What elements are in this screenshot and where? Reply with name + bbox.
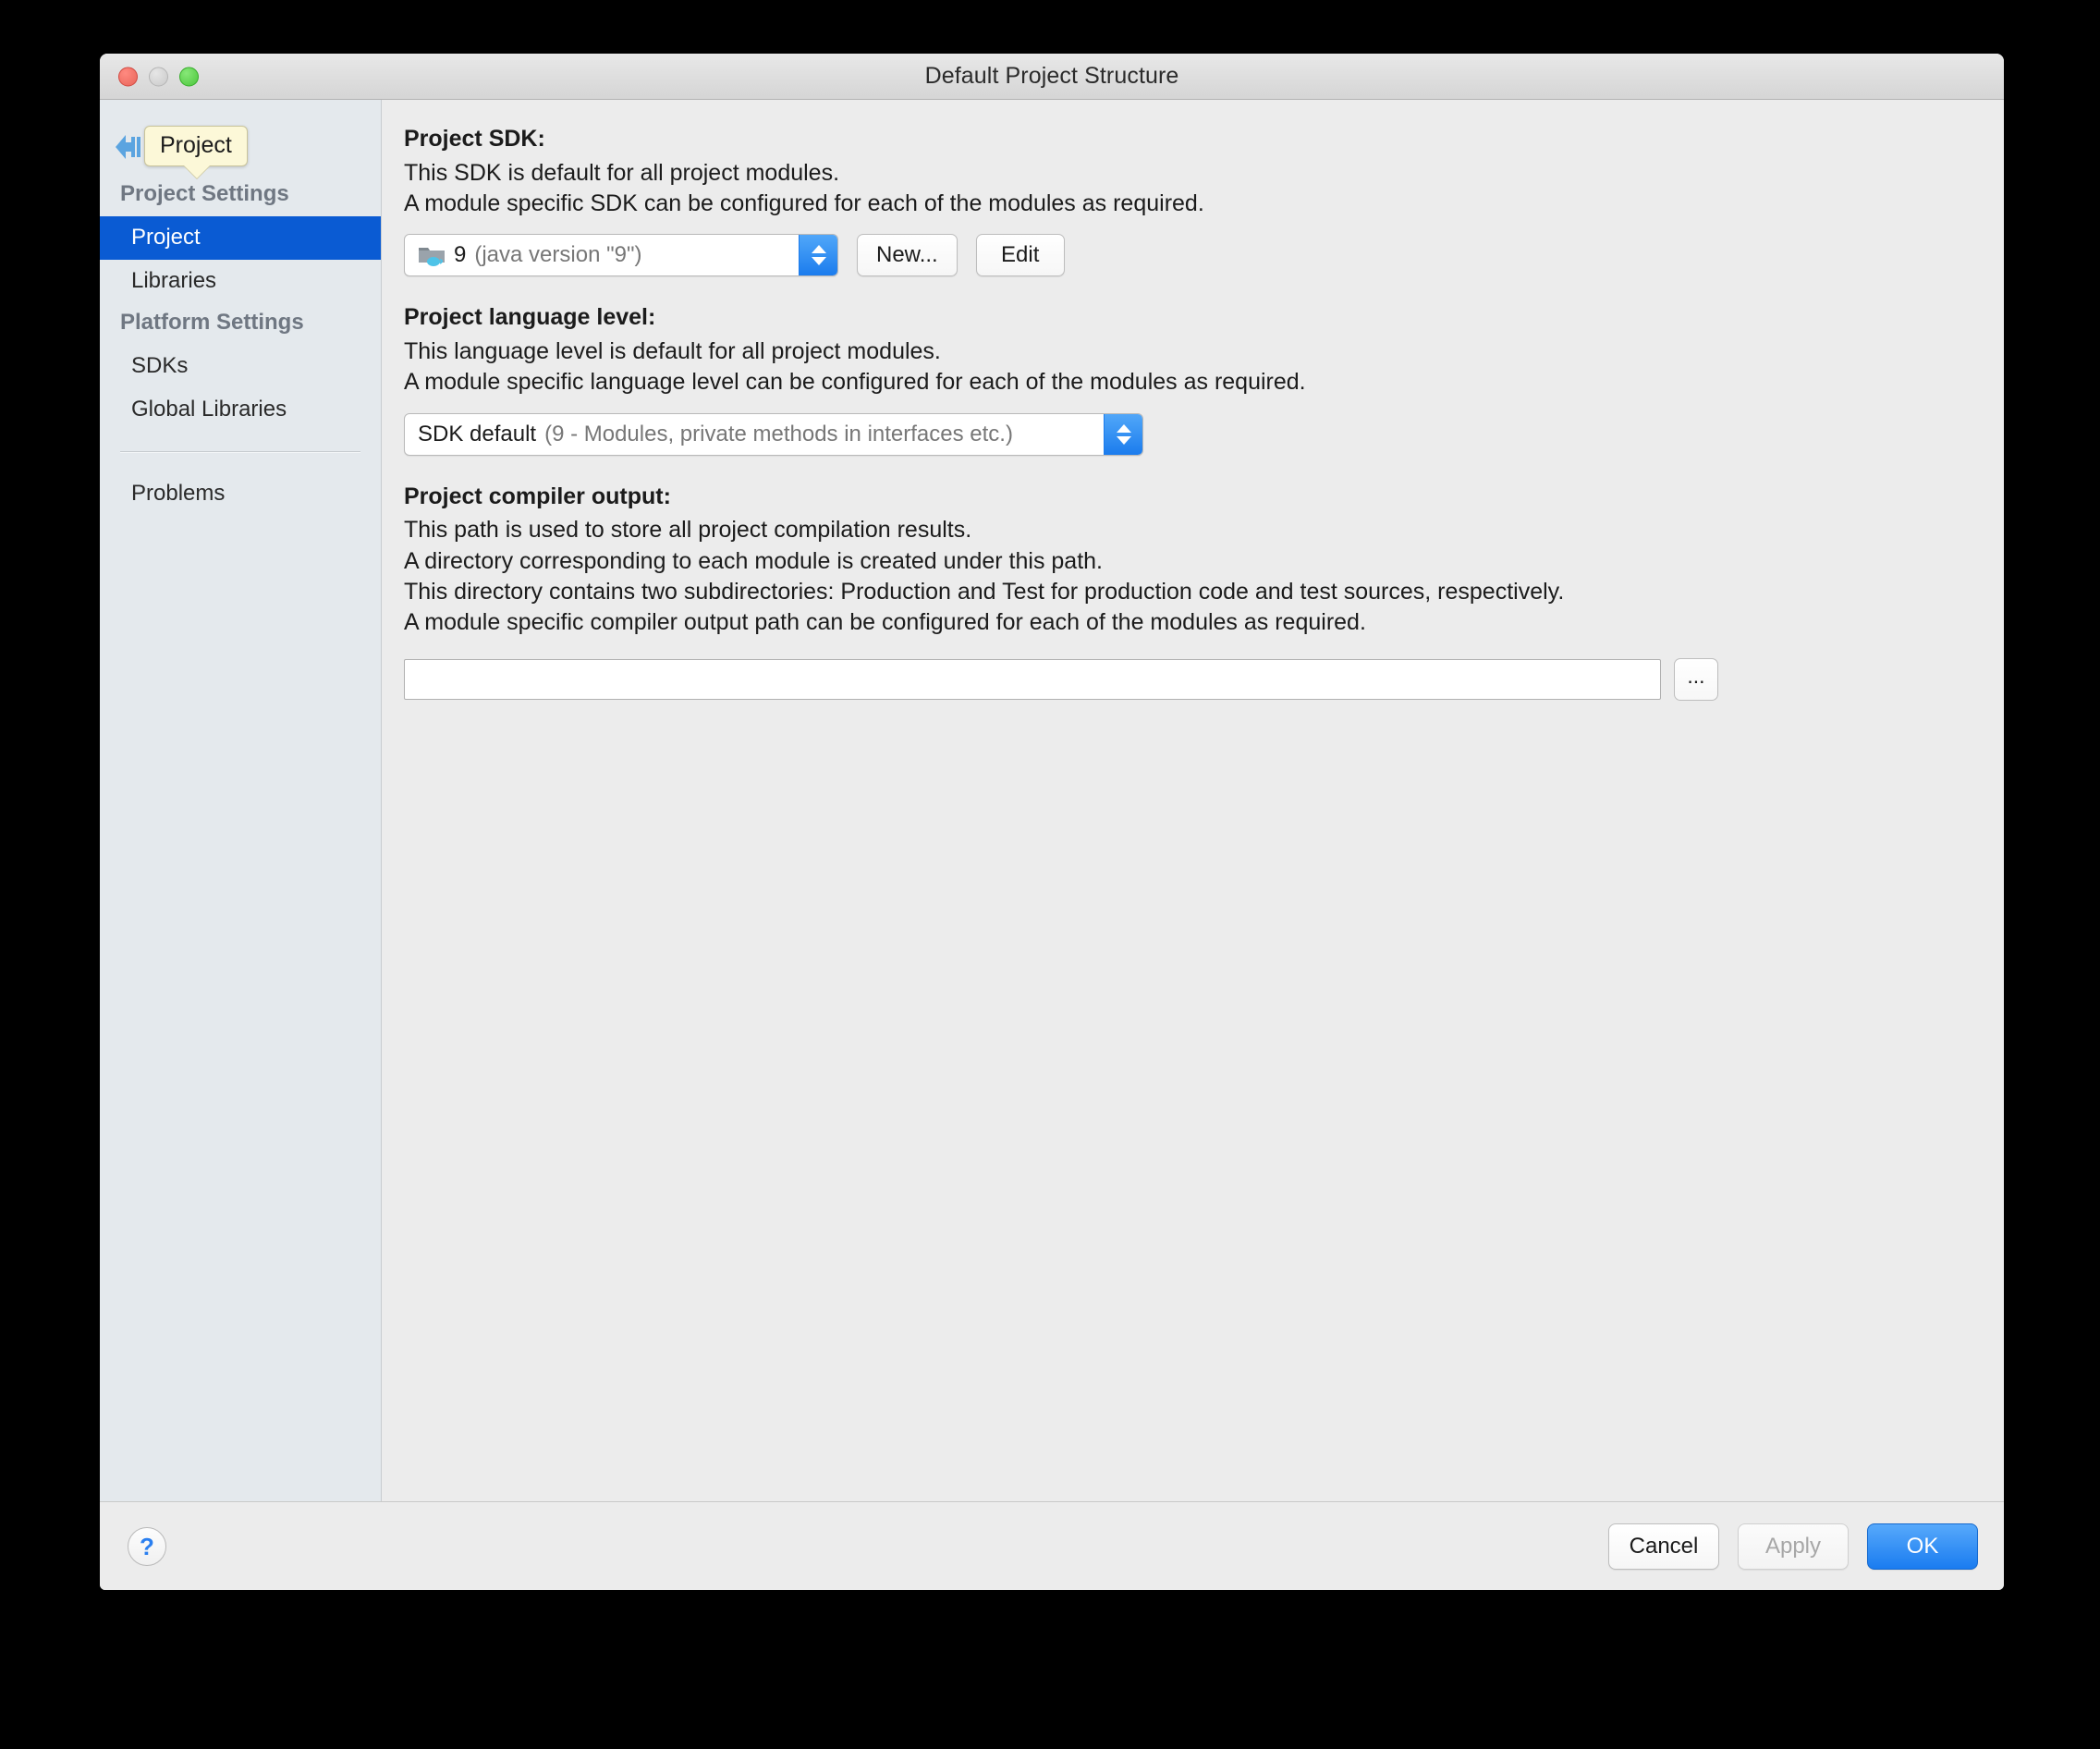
sidebar-item-project[interactable]: Project (100, 216, 381, 260)
compiler-output-title: Project compiler output: (404, 483, 671, 509)
dialog-window: Default Project Structure Project Projec… (100, 54, 2004, 1590)
project-sdk-version: (java version "9") (474, 242, 642, 268)
project-sdk-combobox-value: 9 (java version "9") (405, 235, 799, 275)
close-window-button[interactable] (118, 67, 138, 86)
compiler-output-desc-2: A directory corresponding to each module… (404, 547, 1103, 574)
language-level-stepper[interactable] (1104, 413, 1142, 455)
ok-button[interactable]: OK (1867, 1523, 1978, 1570)
sidebar-group-header-project-settings: Project Settings (120, 181, 289, 206)
compiler-output-desc-3: This directory contains two subdirectori… (404, 578, 1565, 605)
sidebar-item-libraries[interactable]: Libraries (100, 260, 381, 303)
language-level-combobox[interactable]: SDK default (9 - Modules, private method… (404, 412, 1143, 456)
language-level-desc-1: This language level is default for all p… (404, 338, 941, 364)
footer-buttons: Cancel Apply OK (1608, 1523, 1978, 1570)
compiler-output-path-input[interactable] (404, 659, 1661, 701)
help-button[interactable]: ? (128, 1526, 166, 1566)
project-sdk-name: 9 (454, 242, 467, 268)
sidebar-tooltip: Project (144, 126, 248, 166)
maximize-window-button[interactable] (179, 67, 199, 86)
project-sdk-stepper[interactable] (799, 235, 837, 276)
sidebar-item-problems[interactable]: Problems (100, 472, 381, 516)
compiler-output-path-row: ... (404, 658, 2004, 702)
sidebar-item-global-libraries[interactable]: Global Libraries (100, 388, 381, 432)
language-level-desc-2: A module specific language level can be … (404, 369, 1306, 396)
minimize-window-button[interactable] (149, 67, 168, 86)
project-sdk-title: Project SDK: (404, 126, 545, 152)
language-level-title: Project language level: (404, 304, 656, 331)
edit-sdk-button[interactable]: Edit (975, 234, 1065, 277)
sidebar-item-sdks[interactable]: SDKs (100, 345, 381, 388)
chevron-down-icon (811, 257, 826, 266)
sidebar: Project Project Settings Project Librari… (100, 100, 382, 1501)
browse-path-button[interactable]: ... (1674, 658, 1718, 702)
dialog-body: Project Project Settings Project Librari… (100, 100, 2004, 1501)
title-bar: Default Project Structure (100, 54, 2004, 100)
language-level-detail: (9 - Modules, private methods in interfa… (544, 421, 1013, 446)
chevron-up-icon (811, 245, 826, 254)
sidebar-back-row: Project (100, 120, 381, 174)
cancel-button[interactable]: Cancel (1608, 1523, 1719, 1570)
chevron-down-icon (1116, 435, 1131, 445)
language-level-name: SDK default (418, 421, 537, 446)
compiler-output-desc-4: A module specific compiler output path c… (404, 609, 1366, 635)
apply-button[interactable]: Apply (1738, 1523, 1849, 1570)
traffic-light-controls (118, 67, 199, 86)
screen: Default Project Structure Project Projec… (0, 0, 2100, 1749)
sidebar-group-header-platform-settings: Platform Settings (120, 310, 304, 336)
jdk-folder-icon (418, 243, 446, 267)
window-title: Default Project Structure (924, 63, 1179, 89)
chevron-up-icon (1116, 423, 1131, 433)
dialog-footer: ? Cancel Apply OK (100, 1501, 2004, 1590)
project-sdk-combobox[interactable]: 9 (java version "9") (404, 234, 838, 277)
new-sdk-button[interactable]: New... (857, 234, 958, 277)
compiler-output-desc-1: This path is used to store all project c… (404, 517, 972, 544)
language-level-combobox-value: SDK default (9 - Modules, private method… (405, 414, 1104, 455)
sidebar-divider (120, 451, 360, 453)
project-sdk-desc-2: A module specific SDK can be configured … (404, 190, 1204, 216)
back-arrow-icon[interactable] (113, 131, 144, 163)
project-sdk-desc-1: This SDK is default for all project modu… (404, 159, 840, 186)
content-panel: Project SDK: This SDK is default for all… (382, 100, 2004, 1501)
project-sdk-controls-row: 9 (java version "9") New... Edit (404, 234, 2004, 277)
